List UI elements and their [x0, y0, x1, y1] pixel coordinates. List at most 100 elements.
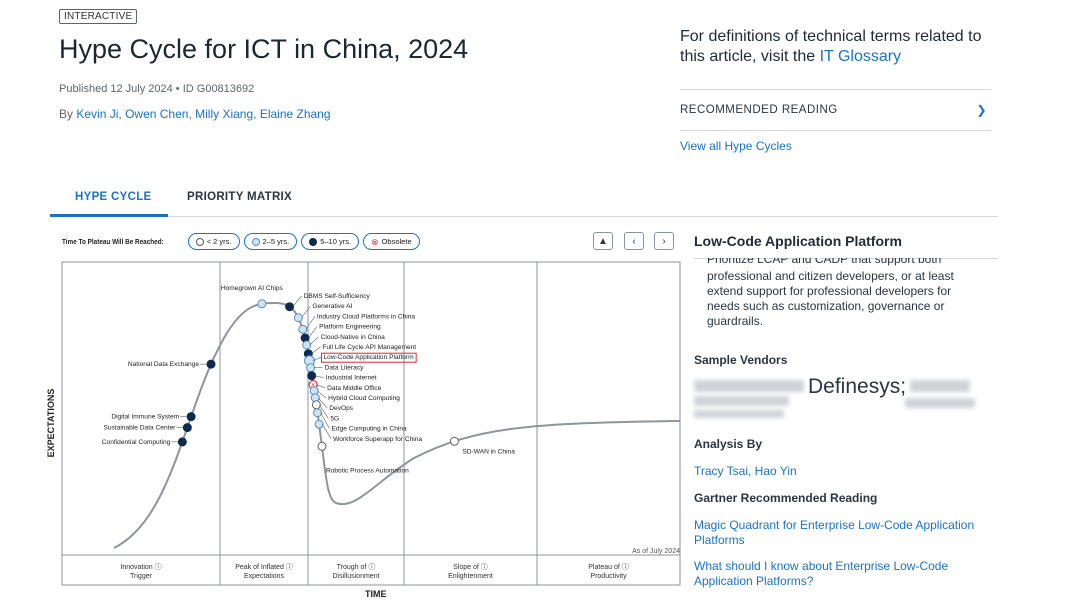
- technology-point[interactable]: [257, 299, 267, 309]
- technology-label[interactable]: DBMS Self-Sufficiency: [304, 293, 371, 300]
- active-tab-indicator: [50, 214, 168, 217]
- phase-label: Plateau of ⓘ: [588, 563, 628, 571]
- home-icon: ▲: [598, 235, 608, 247]
- technology-point[interactable]: [182, 423, 192, 433]
- authors-line: By Kevin Ji, Owen Chen, Milly Xiang, Ela…: [59, 107, 331, 121]
- technology-label[interactable]: National Data Exchange: [128, 361, 199, 368]
- technology-point[interactable]: [302, 340, 312, 350]
- technology-point[interactable]: [177, 437, 187, 447]
- technology-point[interactable]: [206, 359, 216, 369]
- technology-label[interactable]: Generative AI: [312, 303, 352, 310]
- clipped-text: Prioritize LCAP and CADP that support bo…: [707, 258, 942, 266]
- technology-label[interactable]: DevOps: [329, 405, 354, 412]
- legend-label: < 2 yrs.: [206, 237, 232, 246]
- interactive-badge: INTERACTIVE: [59, 9, 138, 24]
- technology-label[interactable]: Confidential Computing: [102, 439, 171, 446]
- by-label: By: [59, 107, 74, 121]
- next-button[interactable]: ›: [654, 232, 674, 250]
- tab-priority-matrix[interactable]: PRIORITY MATRIX: [187, 191, 292, 203]
- hype-cycle-chart: EXPECTATIONS As of July 2024 Innovation …: [46, 261, 681, 586]
- navy-circle-icon: [309, 237, 318, 246]
- side-panel-title: Low-Code Application Platform: [694, 233, 902, 249]
- phase-label: Expectations: [244, 573, 285, 580]
- x-axis-label: TIME: [365, 589, 387, 599]
- author-link[interactable]: Owen Chen: [125, 107, 188, 121]
- technology-point[interactable]: [449, 436, 459, 446]
- technology-label[interactable]: Cloud-Native in China: [321, 334, 385, 341]
- technology-label[interactable]: 5G: [330, 415, 339, 422]
- technology-label[interactable]: Data Middle Office: [327, 385, 381, 392]
- technology-label[interactable]: Low-Code Application Platform: [323, 354, 414, 361]
- y-axis-label: EXPECTATIONS: [46, 389, 56, 458]
- technology-label[interactable]: Homegrown AI Chips: [221, 285, 284, 292]
- technology-label[interactable]: Industry Cloud Platforms in China: [317, 313, 416, 320]
- sample-vendors-heading: Sample Vendors: [694, 353, 788, 367]
- technology-label[interactable]: Platform Engineering: [319, 324, 381, 331]
- technology-point[interactable]: [317, 441, 327, 451]
- blurred-vendor: [694, 410, 784, 418]
- technology-label[interactable]: Full Life Cycle API Management: [322, 344, 416, 351]
- technology-point[interactable]: [293, 313, 303, 323]
- phase-label: Slope of ⓘ: [453, 563, 488, 571]
- legend-filter-5-10[interactable]: 5–10 yrs.: [301, 233, 360, 250]
- technology-label[interactable]: Robotic Process Automation: [326, 467, 409, 474]
- white-circle-icon: [195, 237, 204, 246]
- phase-label: Disillusionment: [332, 573, 379, 580]
- legend-filter-2-5[interactable]: 2–5 yrs.: [243, 233, 298, 250]
- technology-label[interactable]: Hybrid Cloud Computing: [328, 395, 400, 402]
- technology-label[interactable]: Digital Immune System: [111, 414, 179, 421]
- technology-label[interactable]: Workforce Superapp for China: [333, 436, 422, 443]
- page-title: Hype Cycle for ICT in China, 2024: [59, 34, 469, 64]
- legend-filter-obsolete[interactable]: ⊗ Obsolete: [363, 233, 420, 250]
- blurred-vendor: [905, 398, 975, 408]
- recommended-reading-toggle[interactable]: RECOMMENDED READING ❯: [680, 89, 991, 131]
- author-link[interactable]: Kevin Ji: [76, 107, 118, 121]
- tab-hype-cycle[interactable]: HYPE CYCLE: [75, 191, 152, 203]
- technology-label[interactable]: SD-WAN in China: [462, 448, 515, 455]
- phase-label: Trigger: [130, 573, 153, 580]
- technology-label[interactable]: Data Literacy: [325, 364, 365, 371]
- analysis-by-heading: Analysis By: [694, 437, 763, 451]
- phase-label: Innovation ⓘ: [120, 563, 161, 571]
- magic-quadrant-link[interactable]: Magic Quadrant for Enterprise Low-Code A…: [694, 518, 984, 548]
- phase-label: Enlightenment: [448, 573, 493, 580]
- chevron-left-icon: ‹: [632, 235, 636, 247]
- technology-point[interactable]: [306, 363, 316, 373]
- side-paragraph: professional and citizen developers, or …: [707, 269, 954, 328]
- phase-label: Peak of Inflated ⓘ: [235, 563, 293, 571]
- blurred-vendor: [694, 380, 804, 392]
- home-button[interactable]: ▲: [593, 232, 613, 250]
- previous-button[interactable]: ‹: [624, 232, 644, 250]
- technology-point[interactable]: [313, 408, 323, 418]
- author-link[interactable]: Milly Xiang: [195, 107, 253, 121]
- light-blue-circle-icon: [251, 237, 260, 246]
- clipped-bullet-line: Prioritize LCAP and CADP that support bo…: [694, 258, 984, 268]
- gartner-reading-heading: Gartner Recommended Reading: [694, 491, 878, 505]
- technology-point[interactable]: [311, 400, 321, 410]
- legend-label: 5–10 yrs.: [320, 237, 352, 246]
- blurred-vendor: [910, 380, 970, 392]
- tab-bar: HYPE CYCLE PRIORITY MATRIX: [50, 188, 998, 217]
- technology-point[interactable]: [314, 419, 324, 429]
- technology-label[interactable]: Industrial Internet: [326, 375, 377, 382]
- it-glossary-link[interactable]: IT Glossary: [820, 48, 902, 65]
- technology-point[interactable]: [285, 302, 295, 312]
- technology-label[interactable]: Edge Computing in China: [332, 426, 407, 433]
- definitions-note: For definitions of technical terms relat…: [680, 27, 1000, 67]
- technology-point[interactable]: [307, 371, 317, 381]
- legend-label: 2–5 yrs.: [262, 237, 290, 246]
- blurred-vendor: [694, 396, 789, 406]
- technology-point[interactable]: [298, 324, 308, 334]
- phase-label: Productivity: [590, 573, 627, 580]
- legend-filter-lt2[interactable]: < 2 yrs.: [187, 233, 240, 250]
- author-link[interactable]: Elaine Zhang: [260, 107, 331, 121]
- technology-label[interactable]: Sustainable Data Center: [103, 425, 176, 432]
- technology-point[interactable]: [186, 412, 196, 422]
- time-to-plateau-legend: Time To Plateau Will Be Reached: < 2 yrs…: [62, 233, 420, 250]
- enterprise-lcap-link[interactable]: What should I know about Enterprise Low-…: [694, 559, 984, 589]
- chevron-down-icon: ❯: [976, 103, 987, 117]
- analysts-link[interactable]: Tracy Tsai, Hao Yin: [694, 464, 984, 479]
- phase-label: Trough of ⓘ: [337, 563, 376, 571]
- recommended-reading-label: RECOMMENDED READING: [680, 104, 838, 116]
- view-all-hype-cycles-link[interactable]: View all Hype Cycles: [680, 139, 792, 153]
